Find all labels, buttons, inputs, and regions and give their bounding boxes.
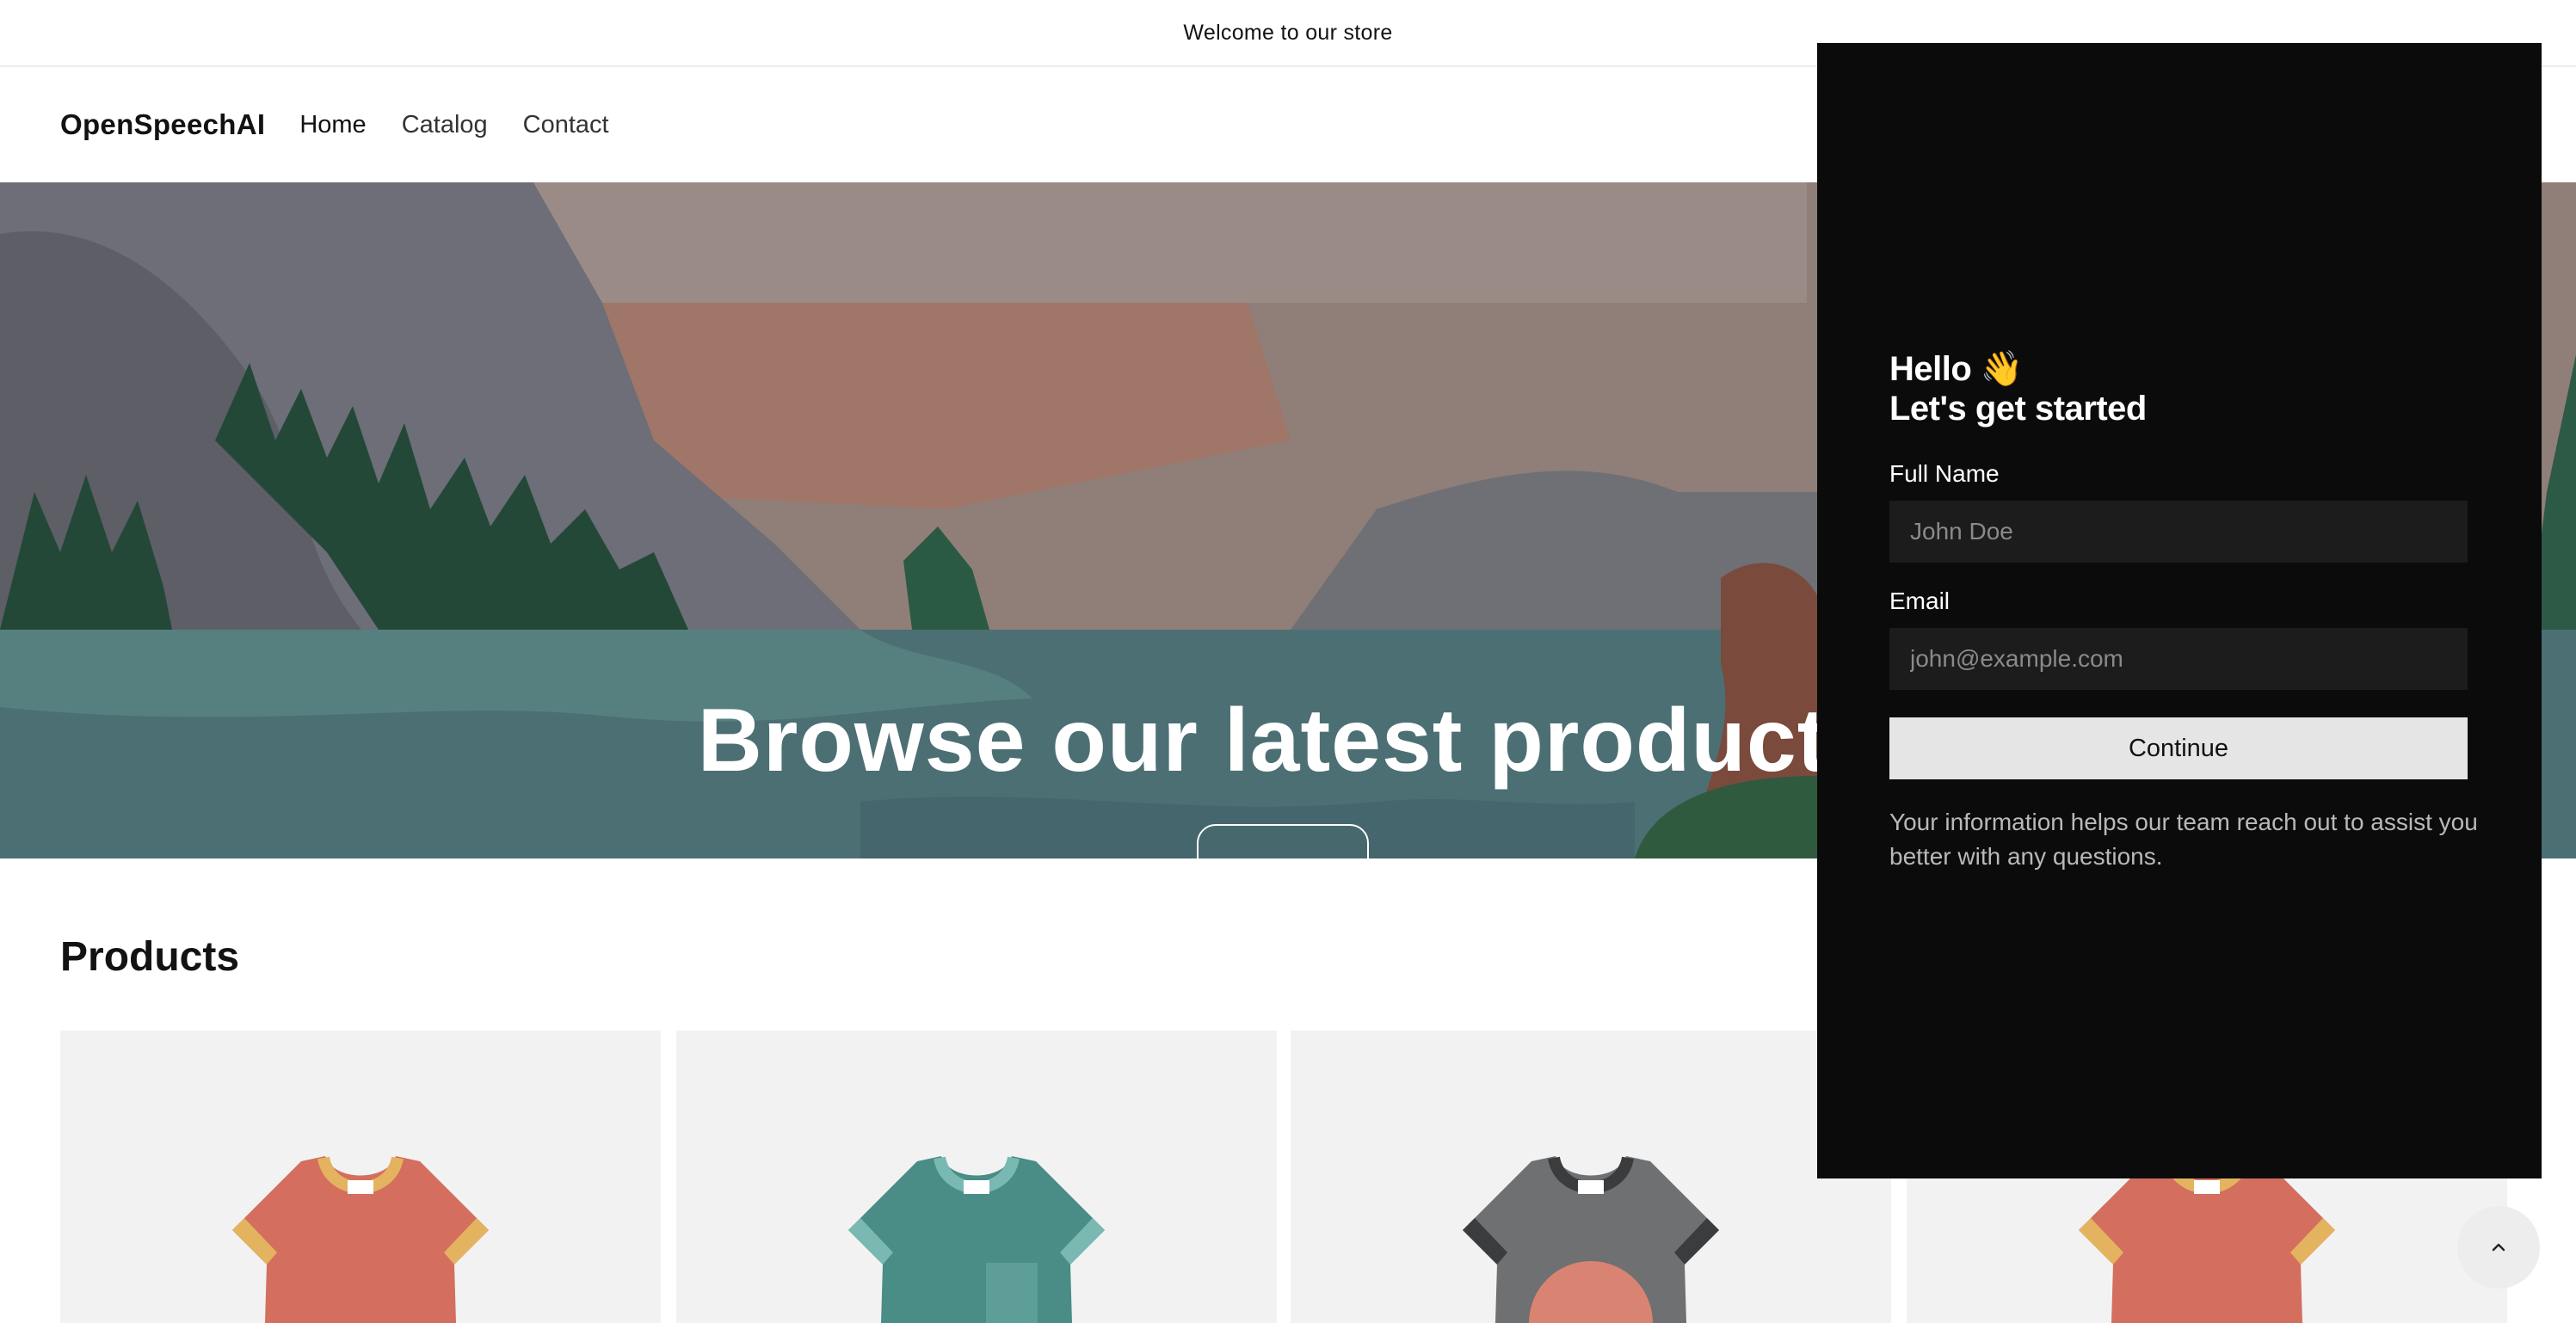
- popup-greeting: Hello 👋: [1889, 350, 2024, 388]
- product-card[interactable]: [60, 1031, 661, 1323]
- tshirt-icon: [848, 1156, 1105, 1323]
- chevron-up-icon: [2492, 1243, 2505, 1252]
- tshirt-icon: [1463, 1156, 1719, 1323]
- privacy-note: Your information helps our team reach ou…: [1889, 809, 2478, 870]
- email-label: Email: [1889, 588, 1950, 614]
- popup-subtitle: Let's get started: [1889, 390, 2147, 428]
- nav-link-home[interactable]: Home: [299, 111, 366, 139]
- store-logo[interactable]: OpenSpeechAI: [60, 108, 265, 141]
- announcement-text: Welcome to our store: [1183, 20, 1393, 45]
- lead-capture-popup: Hello 👋 Let's get started Full Name Emai…: [1817, 43, 2542, 1178]
- full-name-label: Full Name: [1889, 460, 2000, 487]
- shop-all-button[interactable]: Shop all: [1197, 824, 1369, 858]
- nav-link-catalog[interactable]: Catalog: [402, 111, 488, 139]
- continue-button[interactable]: Continue: [1889, 717, 2468, 779]
- product-card[interactable]: [1291, 1031, 1891, 1323]
- tshirt-icon: [232, 1156, 489, 1323]
- full-name-input[interactable]: [1889, 501, 2468, 563]
- scroll-to-top-button[interactable]: [2457, 1206, 2540, 1289]
- email-input[interactable]: [1889, 628, 2468, 690]
- product-card[interactable]: [676, 1031, 1277, 1323]
- nav-link-contact[interactable]: Contact: [523, 111, 609, 139]
- products-heading: Products: [60, 934, 240, 980]
